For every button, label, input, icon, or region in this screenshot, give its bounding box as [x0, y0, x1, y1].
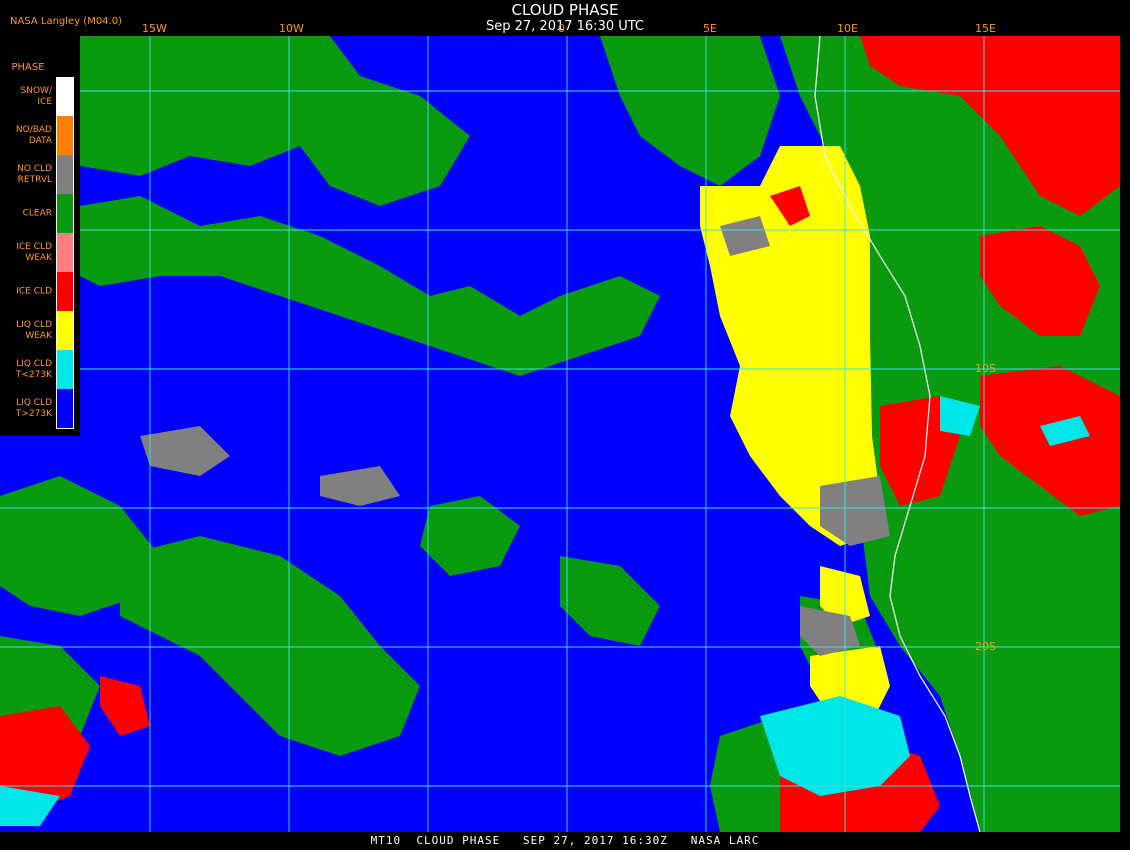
legend-item-label: LIQ CLD T>273K	[15, 397, 52, 419]
legend-frame	[56, 77, 74, 429]
lon-label-0: 0	[558, 22, 565, 35]
legend-item-label: NO/BAD DATA	[15, 124, 52, 146]
lon-label-15w: 15W	[142, 22, 167, 35]
footer-caption: MT10 CLOUD PHASE SEP 27, 2017 16:30Z NAS…	[370, 834, 760, 847]
legend-item-label: CLEAR	[22, 208, 52, 218]
lon-label-15e: 15E	[975, 22, 996, 35]
map-timestamp: Sep 27, 2017 16:30 UTC	[485, 19, 645, 34]
map-title: CLOUD PHASE	[511, 1, 619, 19]
legend-item-label: LIQ CLD WEAK	[16, 319, 52, 341]
lat-label-10s: 10S	[975, 362, 996, 375]
legend-item-label: LIQ CLD T<273K	[15, 358, 52, 380]
legend-item-label: NO CLD RETRVL	[17, 163, 52, 185]
legend-item-label: ICE CLD WEAK	[16, 241, 52, 263]
cloud-phase-map: 10S 20S	[0, 36, 1120, 832]
lon-label-10e: 10E	[837, 22, 858, 35]
lat-label-20s: 20S	[975, 640, 996, 653]
legend-item-label: ICE CLD	[16, 286, 52, 296]
lon-label-5e: 5E	[703, 22, 717, 35]
phase-legend: PHASE SNOW/ ICE NO/BAD DATA NO CLD RETRVL C…	[0, 36, 80, 436]
legend-title: PHASE	[11, 62, 45, 73]
lon-label-10w: 10W	[279, 22, 304, 35]
footer-bar: MT10 CLOUD PHASE SEP 27, 2017 16:30Z NAS…	[0, 832, 1130, 850]
legend-item-label: SNOW/ ICE	[20, 85, 52, 107]
header-bar: NASA Langley (M04.0) CLOUD PHASE Sep 27,…	[0, 0, 1130, 36]
map-canvas: 10S 20S	[0, 36, 1120, 832]
